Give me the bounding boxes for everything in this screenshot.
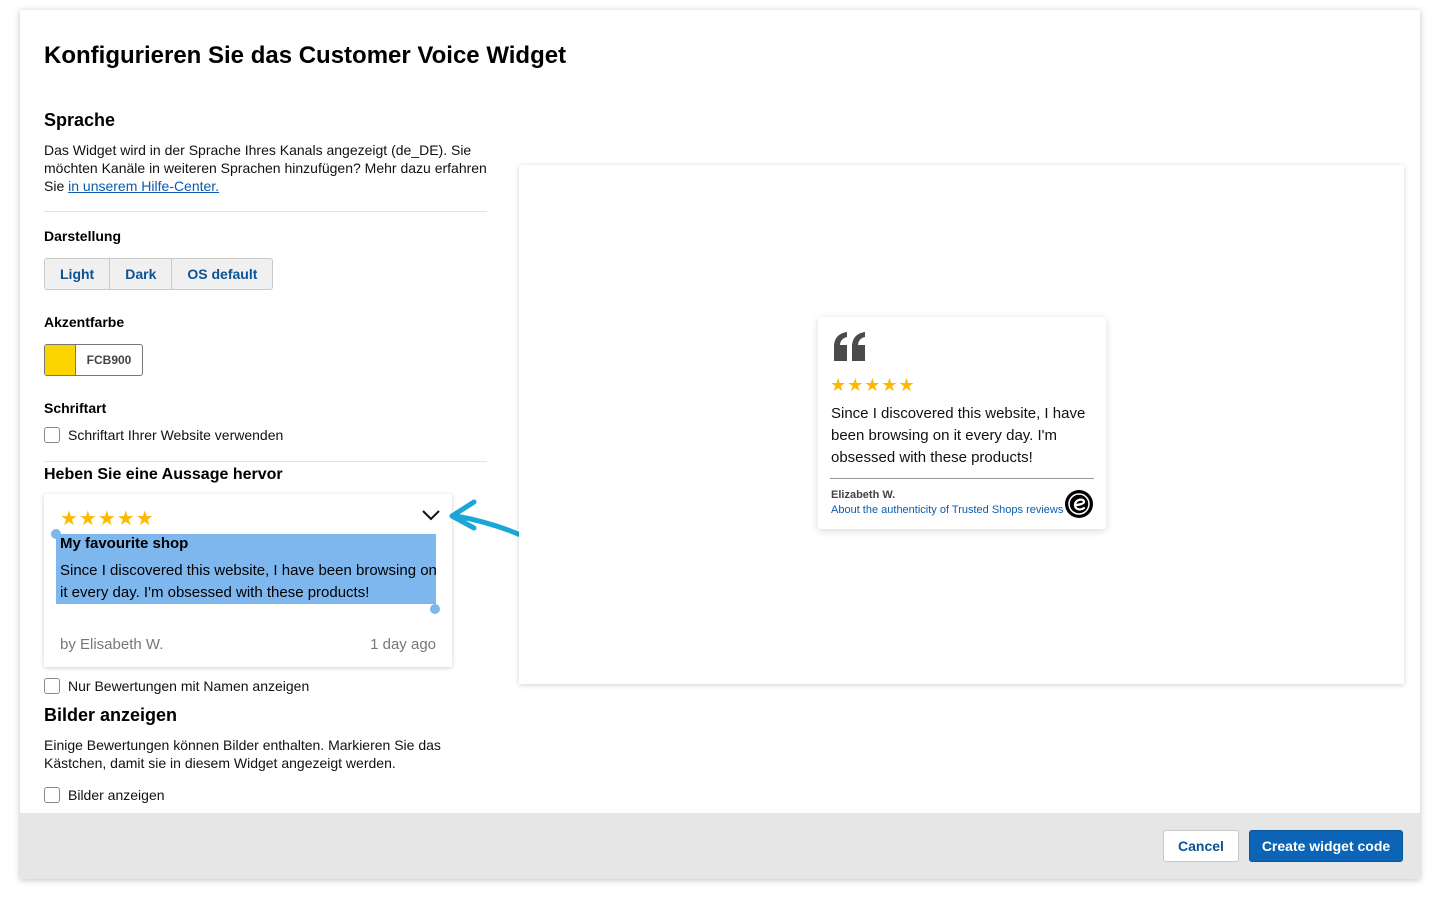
preview-review-card: ★★★★★ Since I discovered this website, I… bbox=[818, 317, 1106, 529]
preview-review-text: Since I discovered this website, I have … bbox=[831, 405, 1086, 466]
language-description: Das Widget wird in der Sprache Ihres Kan… bbox=[44, 141, 494, 195]
accent-color-hex[interactable]: FCB900 bbox=[76, 345, 142, 375]
show-images-option[interactable]: Bilder anzeigen bbox=[44, 787, 165, 803]
font-heading: Schriftart bbox=[44, 400, 107, 416]
preview-stars: ★★★★★ bbox=[830, 375, 916, 395]
images-heading: Bilder anzeigen bbox=[44, 705, 178, 725]
preview-divider bbox=[830, 478, 1094, 479]
names-only-option[interactable]: Nur Bewertungen mit Namen anzeigen bbox=[44, 678, 309, 694]
review-author: by Elisabeth W. bbox=[60, 636, 164, 653]
quote-icon bbox=[834, 332, 865, 361]
divider bbox=[44, 461, 487, 462]
divider bbox=[44, 211, 487, 212]
show-images-label: Bilder anzeigen bbox=[68, 787, 165, 803]
language-heading: Sprache bbox=[44, 110, 116, 130]
selection-end-handle[interactable] bbox=[430, 604, 440, 614]
highlight-heading: Heben Sie eine Aussage hervor bbox=[44, 466, 283, 483]
chevron-down-icon[interactable] bbox=[420, 506, 442, 524]
images-description: Einige Bewertungen können Bilder enthalt… bbox=[44, 737, 441, 771]
create-widget-code-button[interactable]: Create widget code bbox=[1249, 830, 1403, 862]
review-time: 1 day ago bbox=[370, 636, 436, 653]
names-only-label: Nur Bewertungen mit Namen anzeigen bbox=[68, 678, 310, 694]
review-stars: ★★★★★ bbox=[60, 508, 155, 530]
use-website-font-label: Schriftart Ihrer Website verwenden bbox=[68, 427, 284, 443]
use-website-font-option[interactable]: Schriftart Ihrer Website verwenden bbox=[44, 427, 283, 443]
configure-widget-dialog: Konfigurieren Sie das Customer Voice Wid… bbox=[20, 10, 1420, 879]
help-center-link[interactable]: in unserem Hilfe-Center. bbox=[68, 178, 219, 194]
cancel-button[interactable]: Cancel bbox=[1163, 830, 1239, 862]
show-images-checkbox[interactable] bbox=[44, 787, 60, 803]
review-title: My favourite shop bbox=[60, 535, 189, 552]
appearance-option-dark[interactable]: Dark bbox=[110, 259, 173, 289]
review-text: Since I discovered this website, I have … bbox=[60, 562, 437, 601]
names-only-checkbox[interactable] bbox=[44, 678, 60, 694]
authenticity-link[interactable]: About the authenticity of Trusted Shops … bbox=[831, 504, 1063, 516]
use-website-font-checkbox[interactable] bbox=[44, 427, 60, 443]
appearance-option-light[interactable]: Light bbox=[45, 259, 111, 289]
widget-preview-panel: ★★★★★ Since I discovered this website, I… bbox=[519, 165, 1404, 684]
dialog-title: Konfigurieren Sie das Customer Voice Wid… bbox=[44, 42, 567, 69]
appearance-heading: Darstellung bbox=[44, 228, 122, 244]
trusted-shops-logo-icon bbox=[1065, 490, 1093, 518]
appearance-toggle: Light Dark OS default bbox=[44, 258, 274, 290]
appearance-option-os-default[interactable]: OS default bbox=[172, 259, 272, 289]
accent-heading: Akzentfarbe bbox=[44, 314, 125, 330]
dialog-footer: Cancel Create widget code bbox=[20, 813, 1420, 879]
highlight-review-select[interactable]: ★★★★★ My favourite shop Since I discover… bbox=[44, 494, 452, 667]
accent-color-picker[interactable]: FCB900 bbox=[44, 344, 143, 376]
preview-author: Elizabeth W. bbox=[831, 489, 896, 501]
accent-color-swatch[interactable] bbox=[45, 345, 76, 375]
